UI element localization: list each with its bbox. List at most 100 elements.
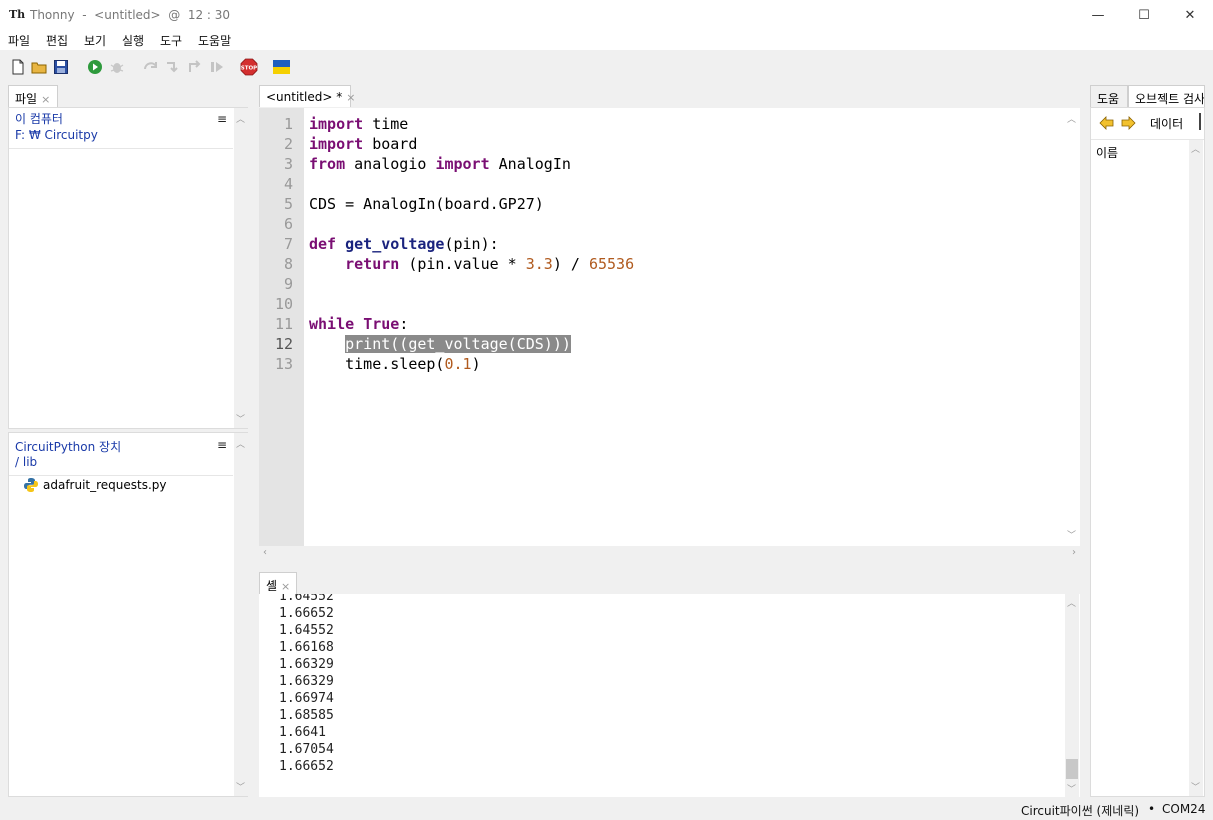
device-section-title: CircuitPython 장치	[15, 440, 122, 454]
scroll-left-icon[interactable]: ‹	[263, 547, 267, 558]
line-number: 6	[283, 215, 293, 233]
scrollbar-thumb[interactable]	[1066, 759, 1078, 779]
scroll-down-icon[interactable]: ﹀	[236, 412, 245, 425]
line-number: 5	[283, 195, 293, 213]
code-line[interactable]: def get_voltage(pin):	[309, 235, 499, 253]
line-number: 3	[283, 155, 293, 173]
scroll-down-icon[interactable]: ﹀	[236, 780, 245, 793]
device-scrollbar[interactable]: ︿ ﹀	[234, 433, 248, 796]
title-bar: Th Thonny - <untitled> @ 12 : 30 — ☐ ✕	[0, 0, 1213, 30]
code-line[interactable]: time.sleep(0.1)	[309, 355, 480, 373]
window-title: Thonny - <untitled> @ 12 : 30	[30, 8, 231, 22]
line-number: 8	[283, 255, 293, 273]
step-out-icon	[189, 60, 201, 72]
list-item[interactable]: adafruit_requests.py	[23, 476, 167, 494]
shell-output-line: 1.64552	[279, 594, 334, 604]
computer-path[interactable]: F: ₩ Circuitpy	[15, 128, 98, 143]
status-separator: •	[1148, 802, 1156, 816]
line-number: 9	[283, 275, 293, 293]
code-line[interactable]: import time	[309, 115, 408, 133]
tab-editor-untitled[interactable]: <untitled> * ×	[259, 85, 355, 107]
interpreter-status[interactable]: Circuit파이썬 (제네릭)	[1021, 802, 1139, 819]
panel-menu-icon[interactable]: ≡	[217, 438, 227, 452]
new-file-icon[interactable]	[10, 59, 26, 75]
code-line[interactable]: while True:	[309, 315, 408, 333]
menu-run[interactable]: 실행	[122, 32, 144, 49]
close-tab-icon[interactable]: ×	[281, 580, 290, 593]
files-scrollbar[interactable]: ︿ ﹀	[234, 108, 248, 428]
shell-output-line: 1.68585	[279, 708, 334, 723]
code-editor[interactable]: 1 2 3 4 5 6 7 8 9 10 11 12 13 import tim…	[259, 108, 1080, 546]
code-line[interactable]: CDS = AnalogIn(board.GP27)	[309, 195, 544, 213]
shell-output[interactable]: 1.64552 1.66652 1.64552 1.66168 1.66329 …	[259, 594, 1080, 797]
ukraine-flag-icon[interactable]	[273, 60, 290, 74]
open-folder-icon[interactable]	[31, 59, 47, 75]
object-inspector-panel: 데이터 이름 ︿ ﹀	[1090, 107, 1205, 797]
menu-tools[interactable]: 도구	[160, 32, 182, 49]
inspector-scrollbar[interactable]: ︿ ﹀	[1189, 140, 1203, 796]
code-line[interactable]: import board	[309, 135, 417, 153]
scroll-up-icon[interactable]: ︿	[236, 112, 245, 125]
data-tab-label[interactable]: 데이터	[1150, 115, 1183, 132]
maximize-button[interactable]: ☐	[1121, 0, 1167, 30]
menu-help[interactable]: 도움말	[198, 32, 231, 49]
resume-icon	[211, 62, 223, 72]
computer-section-title: 이 컴퓨터	[15, 112, 63, 126]
minimize-button[interactable]: —	[1075, 0, 1121, 30]
save-icon[interactable]	[53, 59, 69, 75]
scroll-up-icon[interactable]: ︿	[1067, 112, 1076, 125]
tab-divider	[1199, 113, 1201, 130]
scroll-up-icon[interactable]: ︿	[236, 437, 245, 450]
shell-output-line: 1.66652	[279, 759, 334, 774]
shell-output-line: 1.66329	[279, 674, 334, 689]
shell-output-line: 1.66168	[279, 640, 334, 655]
close-tab-icon[interactable]: ×	[346, 91, 355, 104]
scroll-down-icon[interactable]: ﹀	[1191, 780, 1200, 793]
menu-file[interactable]: 파일	[8, 32, 30, 49]
close-tab-icon[interactable]: ×	[41, 93, 50, 106]
tab-object-inspector[interactable]: 오브젝트 검사	[1128, 85, 1205, 107]
tab-files[interactable]: 파일 ×	[8, 85, 58, 107]
shell-output-line: 1.66329	[279, 657, 334, 672]
scroll-down-icon[interactable]: ﹀	[1067, 528, 1076, 541]
editor-scrollbar[interactable]: ︿ ﹀	[1065, 108, 1079, 546]
scroll-up-icon[interactable]: ︿	[1191, 142, 1200, 155]
tab-shell[interactable]: 셸 ×	[259, 572, 297, 594]
divider	[9, 148, 233, 149]
tab-help[interactable]: 도움	[1090, 85, 1128, 107]
scroll-down-icon[interactable]: ﹀	[1067, 782, 1076, 795]
line-number: 4	[283, 175, 293, 193]
forward-arrow-icon[interactable]	[1121, 116, 1136, 130]
svg-text:STOP: STOP	[241, 66, 257, 72]
step-over-icon	[144, 62, 157, 70]
shell-output-line: 1.67054	[279, 742, 334, 757]
file-name: adafruit_requests.py	[43, 478, 167, 492]
thonny-logo: Th	[9, 8, 26, 21]
line-number: 10	[274, 295, 293, 313]
code-line[interactable]: return (pin.value * 3.3) / 65536	[309, 255, 634, 273]
run-icon[interactable]	[87, 59, 103, 75]
menu-view[interactable]: 보기	[84, 32, 106, 49]
editor-horizontal-scrollbar[interactable]: ‹ ›	[259, 546, 1080, 560]
line-number: 13	[274, 355, 293, 373]
device-path[interactable]: / lib	[15, 455, 37, 470]
line-number: 1	[283, 115, 293, 133]
debug-icon[interactable]	[109, 59, 125, 75]
shell-output-line: 1.66974	[279, 691, 334, 706]
panel-menu-icon[interactable]: ≡	[217, 112, 227, 126]
menu-edit[interactable]: 편집	[46, 32, 68, 49]
code-line[interactable]: from analogio import AnalogIn	[309, 155, 571, 173]
device-files-panel: CircuitPython 장치 / lib ≡ adafruit_reques…	[8, 432, 248, 797]
scroll-right-icon[interactable]: ›	[1072, 547, 1076, 558]
shell-scrollbar[interactable]: ︿ ﹀	[1065, 594, 1079, 797]
close-button[interactable]: ✕	[1167, 0, 1213, 30]
port-status[interactable]: COM24	[1162, 802, 1205, 816]
stop-icon[interactable]: STOP	[240, 58, 258, 76]
python-file-icon	[24, 478, 38, 492]
scroll-up-icon[interactable]: ︿	[1067, 596, 1076, 609]
line-number-gutter: 1 2 3 4 5 6 7 8 9 10 11 12 13	[259, 108, 304, 546]
back-arrow-icon[interactable]	[1099, 116, 1114, 130]
step-into-icon	[167, 62, 178, 73]
code-line-selected[interactable]: print((get_voltage(CDS)))	[309, 335, 571, 353]
menu-bar: 파일 편집 보기 실행 도구 도움말	[0, 30, 1213, 50]
